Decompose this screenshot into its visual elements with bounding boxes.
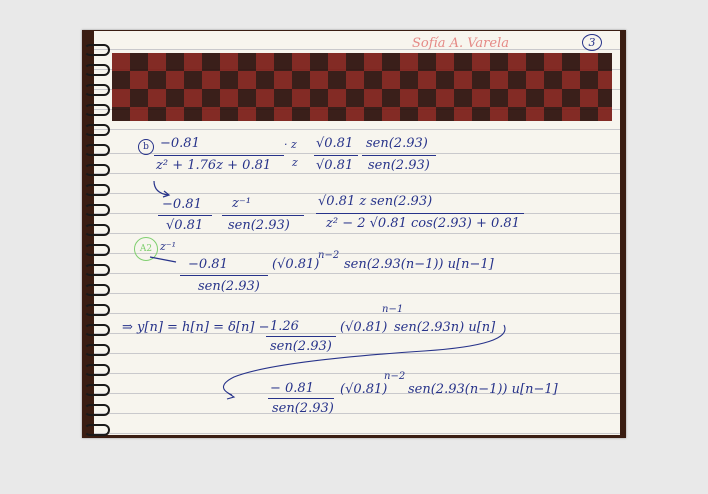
- spiral-coil: [84, 104, 110, 116]
- spiral-coil: [84, 84, 110, 96]
- spiral-coil: [84, 404, 110, 416]
- notebook-page: Sofía A. Varela 3 b −0.81 z² + 1.76z + 0…: [94, 31, 620, 435]
- spiral-coil: [84, 264, 110, 276]
- spiral-coil: [84, 164, 110, 176]
- spiral-coil: [84, 344, 110, 356]
- spiral-coil: [84, 304, 110, 316]
- spiral-coil: [84, 184, 110, 196]
- spiral-coil: [84, 64, 110, 76]
- spiral-coil: [84, 144, 110, 156]
- spiral-coil: [84, 364, 110, 376]
- spiral-coil: [84, 424, 110, 436]
- spiral-coil: [84, 124, 110, 136]
- notebook-photo: Sofía A. Varela 3 b −0.81 z² + 1.76z + 0…: [82, 30, 626, 438]
- spiral-coil: [84, 324, 110, 336]
- spiral-coil: [84, 224, 110, 236]
- spiral-coil: [84, 384, 110, 396]
- spiral-coil: [84, 284, 110, 296]
- handwritten-arrows: [149, 180, 506, 400]
- spiral-coil: [84, 244, 110, 256]
- spiral-coil: [84, 204, 110, 216]
- spiral-coil: [84, 44, 110, 56]
